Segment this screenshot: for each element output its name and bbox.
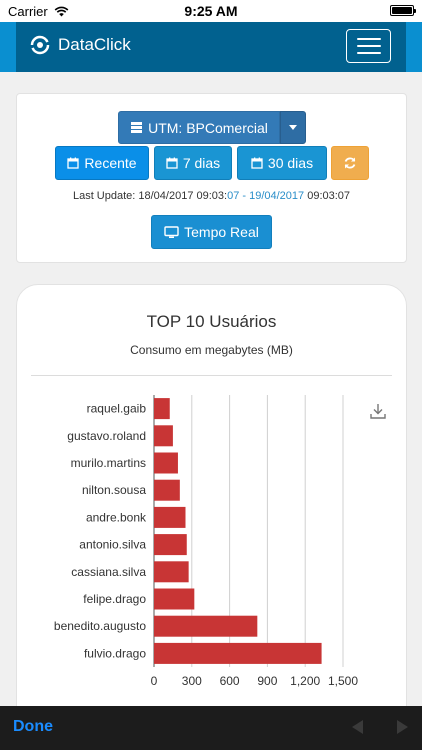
category-label: gustavo.roland — [67, 429, 146, 443]
calendar-icon — [166, 157, 178, 169]
bar — [154, 534, 187, 556]
period-30-dias-label: 30 dias — [267, 155, 314, 171]
x-tick-label: 1,200 — [290, 674, 320, 688]
category-label: benedito.augusto — [54, 619, 146, 633]
bar — [154, 506, 186, 528]
dataclick-logo-icon — [30, 35, 50, 55]
status-bar: Carrier 9:25 AM — [0, 0, 422, 22]
period-7-dias-button[interactable]: 7 dias — [154, 146, 232, 180]
refresh-button[interactable] — [331, 146, 369, 180]
bar — [154, 588, 195, 610]
status-right — [390, 5, 416, 16]
brand-name: DataClick — [58, 35, 131, 54]
x-tick-label: 1,500 — [328, 674, 358, 688]
period-30-dias-button[interactable]: 30 dias — [237, 146, 327, 180]
forward-arrow-icon[interactable] — [397, 720, 408, 734]
chart-panel: TOP 10 Usuários Consumo em megabytes (MB… — [16, 284, 407, 724]
category-label: antonio.silva — [79, 538, 146, 552]
bar-chart: 0 300 600 900 1,200 1,500 raquel.gaib gustavo.r… — [54, 395, 358, 688]
filters-panel: UTM: BPComercial Recente 7 dias 30 dias — [16, 93, 407, 263]
utm-select-button[interactable]: UTM: BPComercial — [118, 111, 280, 144]
realtime-button[interactable]: Tempo Real — [151, 215, 272, 249]
category-label: raquel.gaib — [87, 402, 147, 416]
x-tick-label: 0 — [151, 674, 158, 688]
status-time: 9:25 AM — [184, 3, 238, 19]
refresh-icon — [344, 157, 356, 169]
bar — [154, 615, 258, 637]
bar — [154, 479, 180, 501]
period-7-dias-label: 7 dias — [182, 155, 221, 171]
battery-icon — [390, 5, 416, 16]
period-recente-label: Recente — [84, 155, 137, 171]
x-tick-label: 600 — [220, 674, 240, 688]
bar — [154, 398, 170, 420]
category-label: murilo.martins — [71, 456, 146, 470]
brand[interactable]: DataClick — [30, 35, 131, 55]
category-label: cassiana.silva — [71, 565, 146, 579]
calendar-icon — [67, 157, 80, 169]
back-arrow-icon[interactable] — [352, 720, 363, 734]
period-recente-button[interactable]: Recente — [55, 146, 149, 180]
category-label: fulvio.drago — [84, 646, 146, 660]
category-label: felipe.drago — [83, 592, 146, 606]
utm-dropdown-toggle[interactable] — [280, 111, 306, 144]
bar — [154, 425, 173, 447]
bar — [154, 561, 189, 583]
server-icon — [131, 122, 143, 133]
bottom-toolbar: Done — [0, 706, 422, 750]
realtime-label: Tempo Real — [184, 224, 259, 240]
bar — [154, 642, 322, 664]
app-navbar: DataClick — [0, 22, 422, 72]
bar — [154, 452, 178, 474]
utm-label: UTM: BPComercial — [148, 119, 268, 136]
last-update-text: Last Update: 18/04/2017 09:03:07 - 19/04… — [72, 190, 351, 202]
calendar-icon — [251, 157, 263, 169]
x-tick-label: 900 — [257, 674, 277, 688]
category-label: nilton.sousa — [82, 483, 146, 497]
category-label: andre.bonk — [86, 510, 147, 524]
x-tick-label: 300 — [182, 674, 202, 688]
hamburger-menu-icon[interactable] — [346, 29, 391, 63]
caret-down-icon — [289, 125, 297, 130]
done-button[interactable]: Done — [13, 718, 53, 736]
monitor-icon — [164, 225, 179, 238]
